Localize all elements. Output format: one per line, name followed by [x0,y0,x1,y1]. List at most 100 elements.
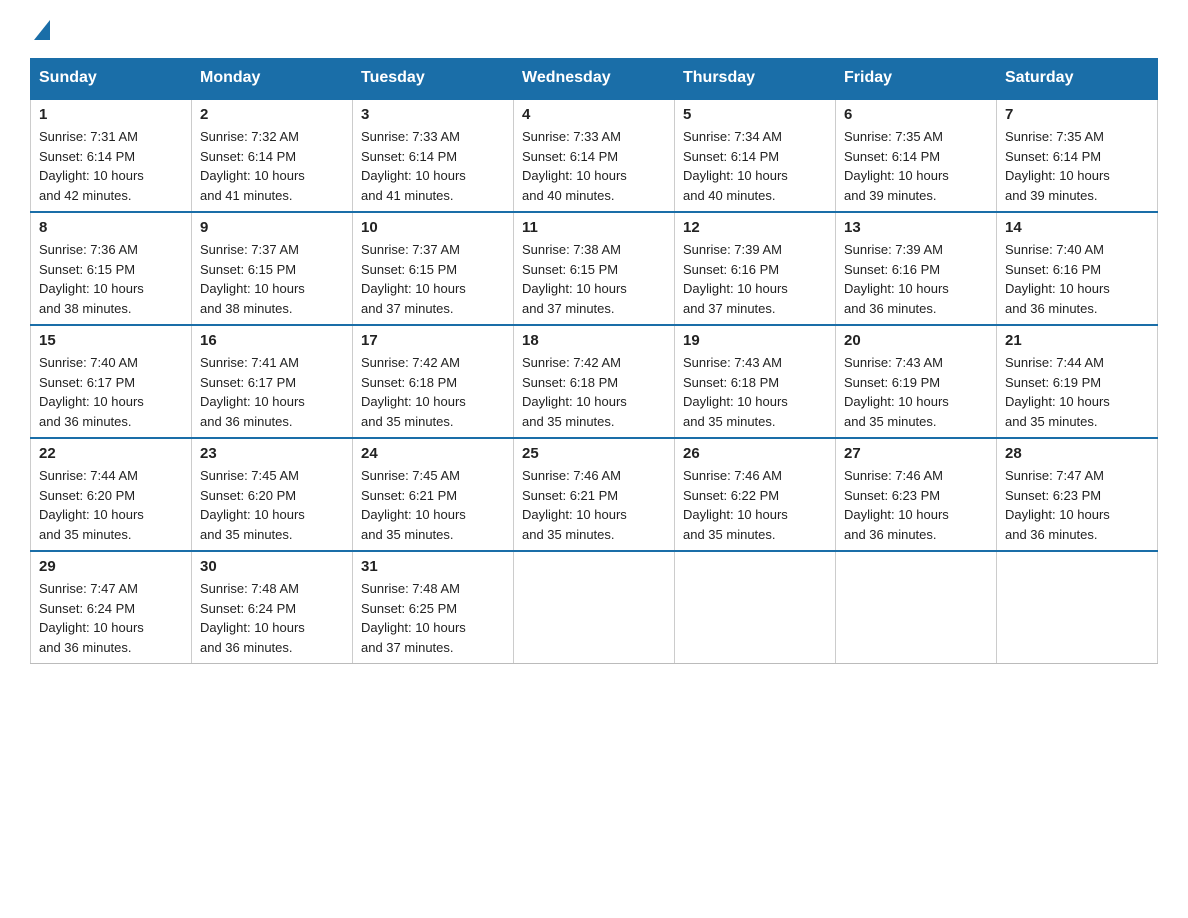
calendar-cell: 15 Sunrise: 7:40 AMSunset: 6:17 PMDayligh… [31,325,192,438]
day-number: 9 [200,219,344,236]
day-number: 14 [1005,219,1149,236]
calendar-cell: 24 Sunrise: 7:45 AMSunset: 6:21 PMDayligh… [353,438,514,551]
day-info: Sunrise: 7:47 AMSunset: 6:23 PMDaylight:… [1005,466,1149,544]
day-info: Sunrise: 7:35 AMSunset: 6:14 PMDaylight:… [844,127,988,205]
day-info: Sunrise: 7:41 AMSunset: 6:17 PMDaylight:… [200,353,344,431]
day-info: Sunrise: 7:38 AMSunset: 6:15 PMDaylight:… [522,240,666,318]
calendar-cell: 1Sunrise: 7:31 AMSunset: 6:14 PMDaylight… [31,99,192,213]
calendar-cell: 21 Sunrise: 7:44 AMSunset: 6:19 PMDayligh… [997,325,1158,438]
day-info: Sunrise: 7:43 AMSunset: 6:19 PMDaylight:… [844,353,988,431]
calendar-cell: 10 Sunrise: 7:37 AMSunset: 6:15 PMDayligh… [353,212,514,325]
calendar-cell: 25 Sunrise: 7:46 AMSunset: 6:21 PMDayligh… [514,438,675,551]
calendar-cell: 23Sunrise: 7:45 AMSunset: 6:20 PMDayligh… [192,438,353,551]
calendar-table: SundayMondayTuesdayWednesdayThursdayFrid… [30,58,1158,664]
day-number: 3 [361,106,505,123]
day-number: 2 [200,106,344,123]
day-number: 21 [1005,332,1149,349]
column-header-tuesday: Tuesday [353,59,514,99]
day-number: 16 [200,332,344,349]
column-header-saturday: Saturday [997,59,1158,99]
day-number: 18 [522,332,666,349]
day-info: Sunrise: 7:37 AMSunset: 6:15 PMDaylight:… [200,240,344,318]
calendar-cell: 4 Sunrise: 7:33 AMSunset: 6:14 PMDaylight… [514,99,675,213]
calendar-cell [836,551,997,664]
calendar-cell: 3 Sunrise: 7:33 AMSunset: 6:14 PMDaylight… [353,99,514,213]
calendar-header-row: SundayMondayTuesdayWednesdayThursdayFrid… [31,59,1158,99]
calendar-week-row: 22Sunrise: 7:44 AMSunset: 6:20 PMDayligh… [31,438,1158,551]
day-number: 28 [1005,445,1149,462]
day-info: Sunrise: 7:35 AMSunset: 6:14 PMDaylight:… [1005,127,1149,205]
calendar-cell: 19Sunrise: 7:43 AMSunset: 6:18 PMDayligh… [675,325,836,438]
calendar-cell [997,551,1158,664]
calendar-cell: 22Sunrise: 7:44 AMSunset: 6:20 PMDayligh… [31,438,192,551]
calendar-week-row: 8 Sunrise: 7:36 AMSunset: 6:15 PMDaylight… [31,212,1158,325]
day-info: Sunrise: 7:40 AMSunset: 6:16 PMDaylight:… [1005,240,1149,318]
day-number: 12 [683,219,827,236]
calendar-cell: 6 Sunrise: 7:35 AMSunset: 6:14 PMDaylight… [836,99,997,213]
calendar-cell: 16 Sunrise: 7:41 AMSunset: 6:17 PMDayligh… [192,325,353,438]
day-number: 24 [361,445,505,462]
calendar-cell: 7 Sunrise: 7:35 AMSunset: 6:14 PMDaylight… [997,99,1158,213]
day-number: 26 [683,445,827,462]
day-info: Sunrise: 7:33 AMSunset: 6:14 PMDaylight:… [522,127,666,205]
day-info: Sunrise: 7:40 AMSunset: 6:17 PMDaylight:… [39,353,183,431]
column-header-wednesday: Wednesday [514,59,675,99]
calendar-week-row: 1Sunrise: 7:31 AMSunset: 6:14 PMDaylight… [31,99,1158,213]
day-number: 10 [361,219,505,236]
day-number: 5 [683,106,827,123]
calendar-cell: 29Sunrise: 7:47 AMSunset: 6:24 PMDayligh… [31,551,192,664]
calendar-cell: 18 Sunrise: 7:42 AMSunset: 6:18 PMDayligh… [514,325,675,438]
column-header-monday: Monday [192,59,353,99]
calendar-cell: 26 Sunrise: 7:46 AMSunset: 6:22 PMDayligh… [675,438,836,551]
day-number: 4 [522,106,666,123]
calendar-cell: 30 Sunrise: 7:48 AMSunset: 6:24 PMDayligh… [192,551,353,664]
day-number: 31 [361,558,505,575]
day-number: 15 [39,332,183,349]
day-info: Sunrise: 7:47 AMSunset: 6:24 PMDaylight:… [39,579,183,657]
day-info: Sunrise: 7:33 AMSunset: 6:14 PMDaylight:… [361,127,505,205]
day-info: Sunrise: 7:39 AMSunset: 6:16 PMDaylight:… [683,240,827,318]
day-info: Sunrise: 7:46 AMSunset: 6:23 PMDaylight:… [844,466,988,544]
day-number: 30 [200,558,344,575]
day-number: 6 [844,106,988,123]
day-info: Sunrise: 7:46 AMSunset: 6:22 PMDaylight:… [683,466,827,544]
day-number: 19 [683,332,827,349]
day-info: Sunrise: 7:31 AMSunset: 6:14 PMDaylight:… [39,127,183,205]
calendar-week-row: 15 Sunrise: 7:40 AMSunset: 6:17 PMDayligh… [31,325,1158,438]
calendar-cell [514,551,675,664]
day-number: 25 [522,445,666,462]
day-number: 20 [844,332,988,349]
day-info: Sunrise: 7:48 AMSunset: 6:25 PMDaylight:… [361,579,505,657]
day-number: 13 [844,219,988,236]
day-number: 8 [39,219,183,236]
page-header [30,20,1158,38]
column-header-thursday: Thursday [675,59,836,99]
day-number: 23 [200,445,344,462]
column-header-friday: Friday [836,59,997,99]
day-info: Sunrise: 7:42 AMSunset: 6:18 PMDaylight:… [522,353,666,431]
calendar-cell: 17 Sunrise: 7:42 AMSunset: 6:18 PMDayligh… [353,325,514,438]
day-info: Sunrise: 7:44 AMSunset: 6:19 PMDaylight:… [1005,353,1149,431]
day-number: 7 [1005,106,1149,123]
logo-triangle-icon [34,20,50,40]
calendar-cell: 2Sunrise: 7:32 AMSunset: 6:14 PMDaylight… [192,99,353,213]
day-number: 17 [361,332,505,349]
day-number: 27 [844,445,988,462]
logo [30,20,50,38]
day-info: Sunrise: 7:34 AMSunset: 6:14 PMDaylight:… [683,127,827,205]
day-info: Sunrise: 7:48 AMSunset: 6:24 PMDaylight:… [200,579,344,657]
calendar-week-row: 29Sunrise: 7:47 AMSunset: 6:24 PMDayligh… [31,551,1158,664]
day-number: 22 [39,445,183,462]
day-info: Sunrise: 7:46 AMSunset: 6:21 PMDaylight:… [522,466,666,544]
day-info: Sunrise: 7:45 AMSunset: 6:21 PMDaylight:… [361,466,505,544]
day-info: Sunrise: 7:37 AMSunset: 6:15 PMDaylight:… [361,240,505,318]
calendar-cell: 20 Sunrise: 7:43 AMSunset: 6:19 PMDayligh… [836,325,997,438]
day-info: Sunrise: 7:36 AMSunset: 6:15 PMDaylight:… [39,240,183,318]
calendar-cell: 13Sunrise: 7:39 AMSunset: 6:16 PMDayligh… [836,212,997,325]
column-header-sunday: Sunday [31,59,192,99]
calendar-cell: 9 Sunrise: 7:37 AMSunset: 6:15 PMDaylight… [192,212,353,325]
day-number: 11 [522,219,666,236]
calendar-cell: 11 Sunrise: 7:38 AMSunset: 6:15 PMDayligh… [514,212,675,325]
calendar-cell: 31 Sunrise: 7:48 AMSunset: 6:25 PMDayligh… [353,551,514,664]
day-info: Sunrise: 7:42 AMSunset: 6:18 PMDaylight:… [361,353,505,431]
